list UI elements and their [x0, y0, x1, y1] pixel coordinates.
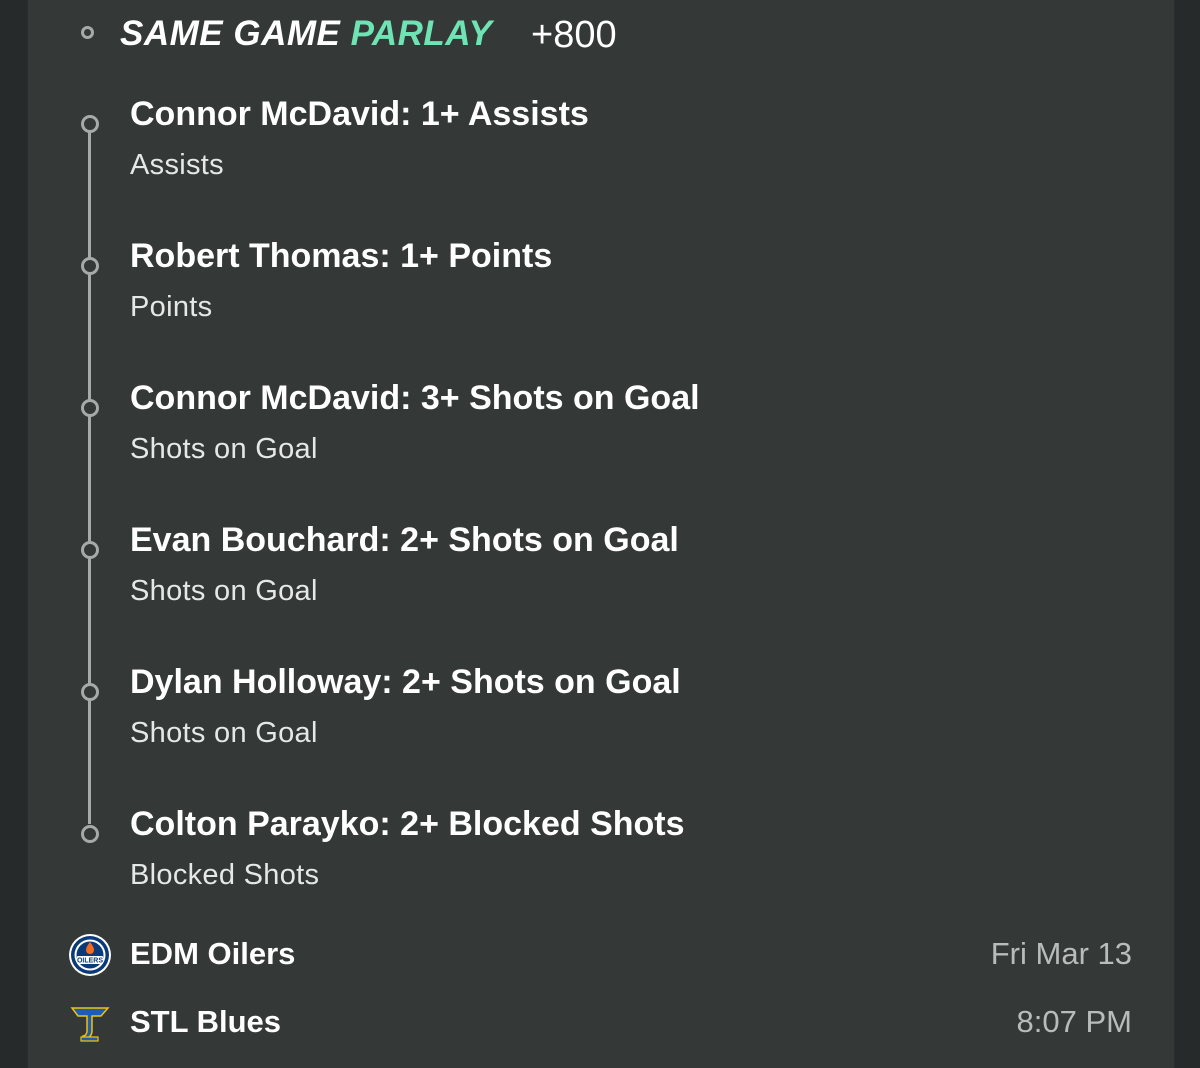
parlay-leg[interactable]: Dylan Holloway: 2+ Shots on Goal Shots o…: [28, 663, 1174, 817]
leg-dot-icon: [81, 257, 99, 275]
team-name: EDM Oilers: [130, 936, 296, 971]
team-row-away[interactable]: OILERS EDM Oilers Fri Mar 13: [28, 924, 1174, 984]
game-time: 8:07 PM: [1016, 1004, 1132, 1039]
team-row-home[interactable]: STL Blues 8:07 PM: [28, 992, 1174, 1052]
game-date: Fri Mar 13: [990, 936, 1132, 971]
leg-market: Points: [130, 291, 213, 323]
parlay-odds: +800: [531, 14, 617, 56]
leg-market: Shots on Goal: [130, 717, 318, 749]
leg-dot-icon: [81, 825, 99, 843]
leg-title: Connor McDavid: 1+ Assists: [130, 95, 589, 133]
parlay-leg[interactable]: Evan Bouchard: 2+ Shots on Goal Shots on…: [28, 521, 1174, 675]
oilers-logo-icon: OILERS: [69, 934, 111, 976]
leg-market: Assists: [130, 149, 224, 181]
parlay-leg[interactable]: Robert Thomas: 1+ Points Points: [28, 237, 1174, 391]
leg-title: Evan Bouchard: 2+ Shots on Goal: [130, 521, 679, 559]
leg-dot-icon: [81, 683, 99, 701]
parlay-card[interactable]: SAME GAME PARLAY +800 Connor McDavid: 1+…: [27, 0, 1175, 1068]
leg-title: Connor McDavid: 3+ Shots on Goal: [130, 379, 700, 417]
leg-title: Robert Thomas: 1+ Points: [130, 237, 553, 275]
parlay-header: SAME GAME PARLAY +800: [28, 0, 1174, 75]
leg-market: Shots on Goal: [130, 433, 318, 465]
title-parlay: PARLAY: [350, 14, 493, 53]
header-dot-icon: [81, 26, 94, 39]
oilers-logo-text: OILERS: [77, 958, 103, 965]
leg-dot-icon: [81, 399, 99, 417]
leg-title: Colton Parayko: 2+ Blocked Shots: [130, 805, 685, 843]
leg-dot-icon: [81, 541, 99, 559]
leg-title: Dylan Holloway: 2+ Shots on Goal: [130, 663, 681, 701]
leg-market: Blocked Shots: [130, 859, 320, 891]
leg-market: Shots on Goal: [130, 575, 318, 607]
parlay-title: SAME GAME PARLAY: [120, 14, 492, 54]
team-name: STL Blues: [130, 1004, 282, 1039]
parlay-leg[interactable]: Connor McDavid: 1+ Assists Assists: [28, 95, 1174, 249]
title-same-game: SAME GAME: [120, 14, 341, 53]
blues-logo-icon: [70, 1007, 110, 1042]
leg-dot-icon: [81, 115, 99, 133]
parlay-leg[interactable]: Connor McDavid: 3+ Shots on Goal Shots o…: [28, 379, 1174, 533]
